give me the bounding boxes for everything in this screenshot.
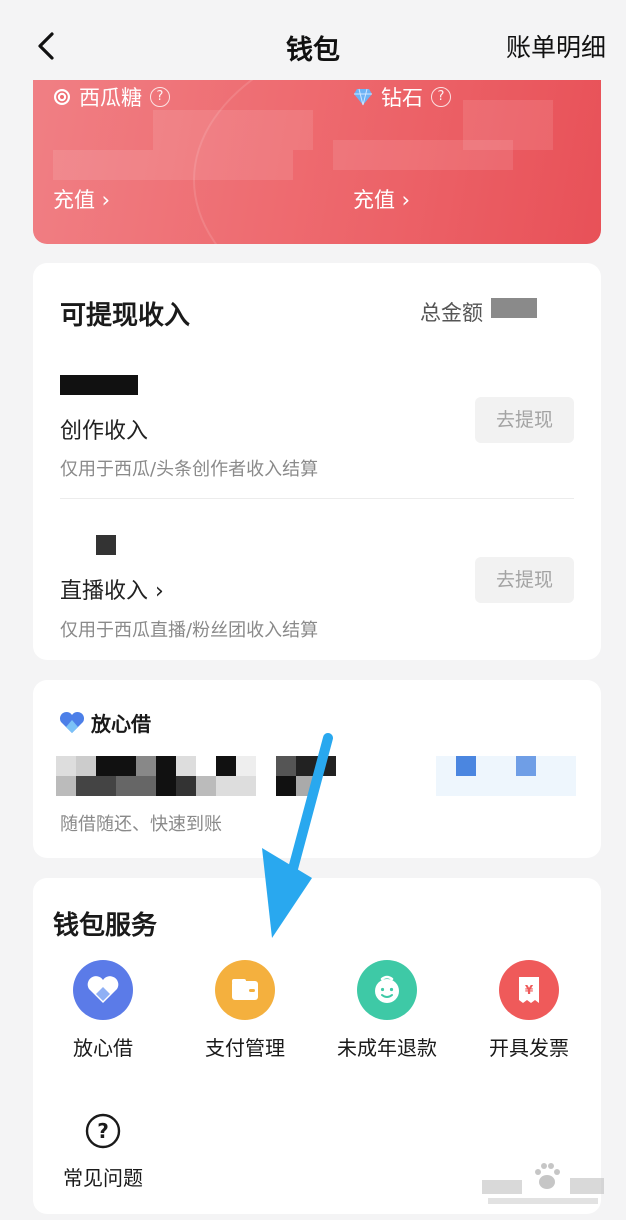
fangxinjie-icon: [87, 976, 119, 1003]
redacted-amount: [96, 535, 116, 555]
withdraw-button[interactable]: 去提现: [475, 557, 574, 603]
withdrawable-income-card: 可提现收入 总金额 创作收入 仅用于西瓜/头条创作者收入结算 去提现 直播收入 …: [33, 263, 601, 660]
balance-card: 西瓜糖 ? 充值 › 钻石 ? 充值 ›: [33, 80, 601, 244]
total-amount-label: 总金额: [420, 301, 483, 325]
loan-card[interactable]: 放心借 随借随还、快速到账: [33, 680, 601, 858]
creation-income-label: 创作收入: [60, 419, 149, 444]
creation-income-row: 创作收入 仅用于西瓜/头条创作者收入结算 去提现: [60, 375, 574, 485]
divider: [60, 498, 574, 499]
income-title: 可提现收入: [60, 301, 191, 331]
redacted-amount: [60, 375, 138, 395]
service-label: 放心借: [73, 1036, 133, 1060]
live-income-row[interactable]: 直播收入 › 仅用于西瓜直播/粉丝团收入结算 去提现: [60, 535, 574, 645]
xiguatang-label: 西瓜糖: [79, 86, 142, 110]
service-fangxinjie[interactable]: 放心借: [33, 960, 173, 1061]
invoice-icon: ¥: [519, 977, 539, 1003]
withdraw-button[interactable]: 去提现: [475, 397, 574, 443]
diamond-balance: 钻石 ? 充值 ›: [333, 80, 601, 244]
candy-swirl-icon: [54, 89, 70, 105]
creation-income-desc: 仅用于西瓜/头条创作者收入结算: [60, 459, 319, 480]
xiguatang-balance: 西瓜糖 ? 充值 ›: [33, 80, 317, 244]
bill-details-link[interactable]: 账单明细: [506, 28, 606, 64]
help-icon[interactable]: ?: [431, 87, 451, 107]
heart-loan-icon: [59, 711, 85, 733]
question-circle-icon: ?: [85, 1113, 121, 1149]
child-face-icon: [375, 975, 399, 1003]
diamond-label: 钻石: [381, 86, 423, 110]
help-icon[interactable]: ?: [150, 87, 170, 107]
baidu-jingyan-watermark: [482, 1163, 604, 1204]
svg-text:?: ?: [97, 1119, 109, 1143]
live-income-desc: 仅用于西瓜直播/粉丝团收入结算: [60, 620, 319, 641]
services-title: 钱包服务: [53, 911, 158, 941]
service-label: 开具发票: [489, 1036, 569, 1060]
service-label: 支付管理: [205, 1036, 285, 1060]
xiguatang-topup-link[interactable]: 充值 ›: [53, 184, 110, 214]
service-faq[interactable]: ? 常见问题: [33, 1108, 173, 1191]
diamond-icon: [354, 88, 372, 106]
redacted-amount: [491, 298, 537, 318]
top-bar: 钱包 账单明细: [0, 0, 626, 84]
service-label: 常见问题: [63, 1166, 143, 1190]
loan-title: 放心借: [91, 712, 151, 736]
svg-text:¥: ¥: [525, 983, 534, 997]
service-label: 未成年退款: [337, 1036, 437, 1060]
diamond-topup-link[interactable]: 充值 ›: [353, 184, 410, 214]
service-payment-management[interactable]: 支付管理: [175, 960, 315, 1061]
service-minor-refund[interactable]: 未成年退款: [317, 960, 457, 1061]
loan-desc: 随借随还、快速到账: [60, 814, 222, 835]
live-income-label: 直播收入 ›: [60, 579, 164, 604]
service-issue-invoice[interactable]: ¥ 开具发票: [459, 960, 599, 1061]
wallet-icon: [232, 979, 258, 1000]
